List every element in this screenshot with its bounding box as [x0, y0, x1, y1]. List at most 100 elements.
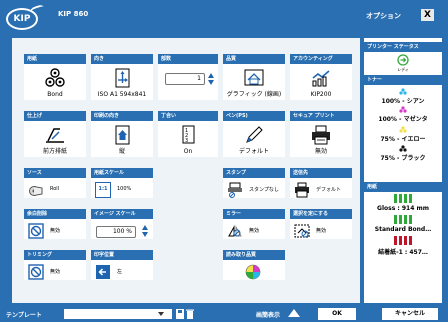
decrement-arrow-icon[interactable]	[142, 232, 148, 237]
toner-yellow: 75% - イエロー	[380, 136, 426, 143]
image-scale-stepper[interactable]: 100 %	[96, 226, 136, 238]
copies-stepper[interactable]: 1	[165, 73, 205, 85]
close-button[interactable]: X	[421, 9, 434, 21]
svg-text:3: 3	[185, 138, 188, 144]
tile-value: 無効	[314, 148, 327, 155]
paper-rolls-icon	[45, 68, 65, 87]
tile-trimming[interactable]: トリミング 無効	[24, 250, 86, 280]
ok-button[interactable]: OK	[318, 308, 356, 320]
tile-value: 縦	[118, 148, 125, 155]
tile-mirror[interactable]: ミラー 無効	[223, 209, 285, 239]
save-icon[interactable]	[176, 309, 184, 319]
tile-value: 無効	[249, 228, 260, 234]
toner-black: 75% - ブラック	[380, 155, 426, 162]
trash-icon[interactable]	[186, 309, 194, 319]
tile-finishing[interactable]: 仕上げ 前方排紙	[24, 111, 86, 157]
tile-title: スタンプ	[223, 168, 285, 178]
title-bar: KIP KIP 860 オプション X	[0, 0, 448, 33]
tile-print-position[interactable]: 印字位置 左	[91, 250, 153, 280]
tile-value: 無効	[50, 228, 61, 234]
tile-title: ソース	[24, 168, 86, 178]
align-left-icon	[96, 265, 110, 279]
black-toner-icon	[399, 145, 407, 152]
logo-text: KIP	[13, 14, 31, 24]
tile-title: 用紙スケール	[91, 168, 153, 178]
tile-value: 無効	[50, 269, 61, 275]
tile-title: アカウンティング	[290, 54, 352, 64]
scale-ratio-icon: 1:1	[95, 182, 111, 198]
no-trim-icon	[28, 264, 44, 280]
printer-status-title: プリンター ステータス	[364, 42, 442, 52]
collate-pages-icon: 1 2 3	[182, 125, 195, 144]
settings-panel: 用紙 Bond 向き ISO A1 594x841 部数 1 品質 グラフィック…	[12, 38, 360, 303]
roll-icon	[29, 186, 43, 196]
color-wheel-icon	[245, 264, 261, 280]
paper-level-green-icon	[394, 194, 412, 203]
tile-copies[interactable]: 部数 1	[158, 54, 218, 100]
printer-icon	[312, 125, 330, 145]
template-dropdown[interactable]	[64, 309, 172, 319]
logo-swoosh	[29, 3, 45, 15]
output-tray-icon	[46, 128, 64, 143]
cancel-button[interactable]: キャンセル	[382, 308, 438, 320]
tile-value: 無効	[316, 228, 327, 234]
model-name: KIP 860	[58, 10, 89, 18]
tile-value: Bond	[47, 91, 63, 98]
tile-value: デフォルト	[316, 187, 342, 193]
display-label[interactable]: 画簡表示	[256, 310, 280, 319]
tile-source[interactable]: ソース Roll	[24, 168, 86, 198]
decrement-arrow-icon[interactable]	[208, 80, 214, 85]
tile-paper[interactable]: 用紙 Bond	[24, 54, 86, 100]
paper-title: 用紙	[364, 182, 442, 192]
tile-stamp[interactable]: スタンプ スタンプなし	[223, 168, 285, 198]
chevron-up-icon[interactable]	[288, 309, 300, 317]
paper-standard-bond: Standard Bond…	[374, 226, 432, 233]
tile-pen[interactable]: ペン(PS) デフォルト	[223, 111, 285, 157]
tile-value: 100%	[117, 186, 132, 192]
tile-quality[interactable]: 品質 グラフィック (線画)	[223, 54, 285, 100]
tile-title: 送信先	[290, 168, 352, 178]
no-margin-icon	[28, 223, 44, 239]
cyan-toner-icon	[399, 88, 407, 95]
increment-arrow-icon[interactable]	[208, 73, 214, 78]
page-arrows-icon	[115, 68, 130, 88]
tile-print-orientation[interactable]: 印刷の向き 縦	[91, 111, 153, 157]
increment-arrow-icon[interactable]	[142, 225, 148, 230]
tile-value: デフォルト	[238, 148, 269, 155]
tile-title: 印刷の向き	[91, 111, 153, 121]
tile-title: 仕上げ	[24, 111, 86, 121]
tile-paper-scale[interactable]: 用紙スケール 1:1 100%	[91, 168, 153, 198]
tile-value: グラフィック (線画)	[226, 91, 282, 98]
tile-title: 品質	[223, 54, 285, 64]
chevron-down-icon[interactable]	[158, 312, 164, 316]
tile-select-area[interactable]: 選択を定にする 無効	[290, 209, 352, 239]
tile-title: 読み取り品質	[223, 250, 285, 260]
tile-destination[interactable]: 送信先 デフォルト	[290, 168, 352, 198]
tile-margin-delete[interactable]: 余白削除 無効	[24, 209, 86, 239]
tile-value: 左	[117, 269, 123, 275]
tile-accounting[interactable]: アカウンティング KIP200	[290, 54, 352, 100]
tile-collate[interactable]: 丁合い 1 2 3 On	[158, 111, 218, 157]
yellow-toner-icon	[399, 126, 407, 133]
tile-title: 余白削除	[24, 209, 86, 219]
status-sidebar: プリンター ステータス レディ トナー 100% - シアン 100% - マゼ…	[364, 38, 442, 303]
stamp-icon	[228, 182, 242, 198]
portrait-house-icon	[115, 125, 130, 145]
tile-secure-print[interactable]: セキュア プリント 無効	[290, 111, 352, 157]
tile-orientation[interactable]: 向き ISO A1 594x841	[91, 54, 153, 100]
tile-image-scale[interactable]: イメージ スケール 100 %	[91, 209, 153, 239]
toner-magenta: 100% - マゼンタ	[378, 116, 428, 123]
tile-title: 印字位置	[91, 250, 153, 260]
bar-growth-icon	[312, 70, 330, 87]
magenta-toner-icon	[399, 106, 407, 113]
options-label[interactable]: オプション	[366, 11, 401, 21]
ready-icon	[397, 54, 409, 66]
tile-scan-quality[interactable]: 読み取り品質	[223, 250, 285, 280]
toner-cyan: 100% - シアン	[381, 98, 425, 105]
tile-value: スタンプなし	[249, 187, 279, 193]
pen-icon	[246, 126, 263, 143]
tile-value: Roll	[50, 186, 60, 192]
tile-value: KIP200	[310, 91, 332, 98]
house-drawing-icon	[244, 69, 264, 86]
tile-title: セキュア プリント	[290, 111, 352, 121]
